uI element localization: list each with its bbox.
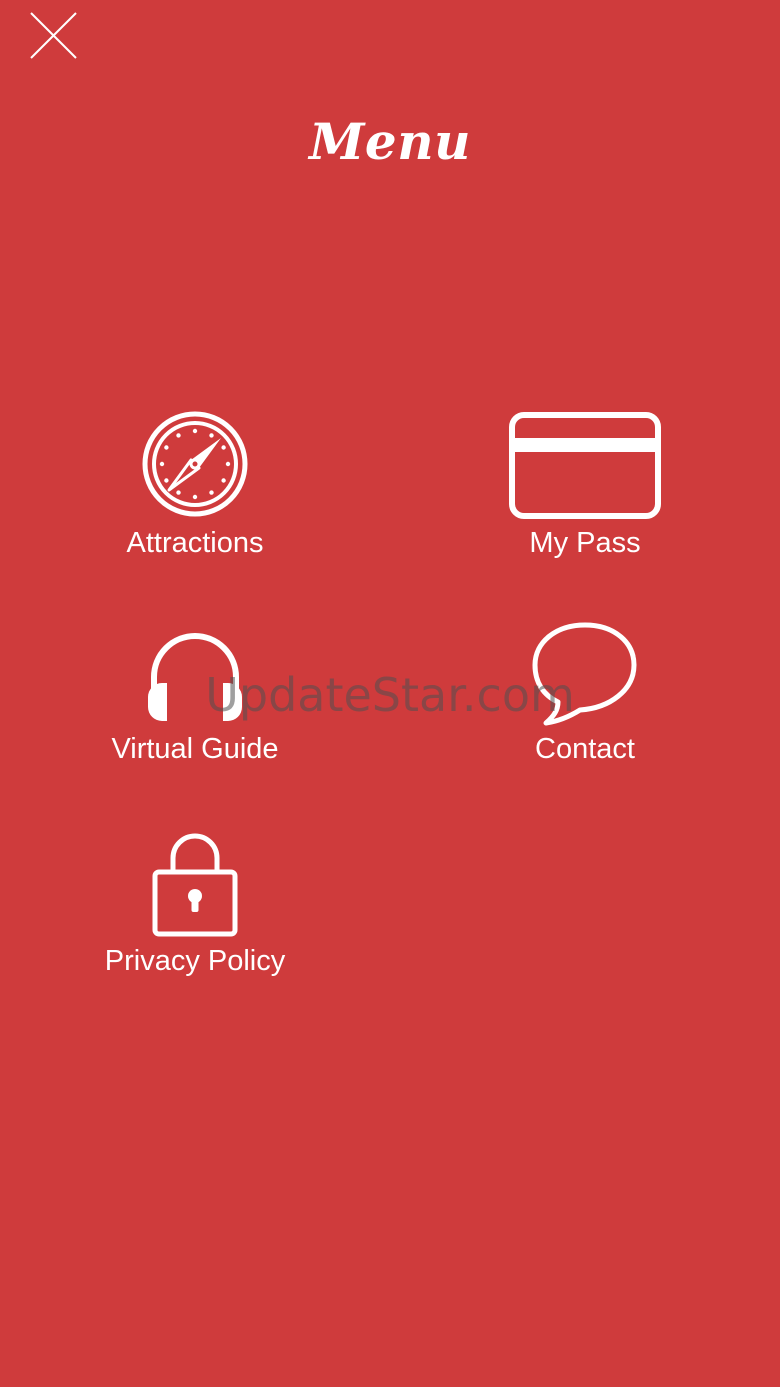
menu-item-my-pass[interactable]: My Pass	[435, 410, 735, 580]
menu-item-privacy-policy[interactable]: Privacy Policy	[45, 828, 345, 998]
headphones-icon	[45, 625, 345, 725]
menu-item-attractions[interactable]: Attractions	[45, 410, 345, 580]
page-title: Menu	[309, 112, 471, 171]
speech-bubble-icon	[435, 620, 735, 730]
menu-item-label: My Pass	[529, 527, 641, 559]
compass-icon	[45, 410, 345, 518]
menu-item-virtual-guide[interactable]: Virtual Guide	[45, 625, 345, 795]
menu-item-contact[interactable]: Contact	[435, 620, 735, 790]
lock-icon	[45, 828, 345, 940]
menu-item-label: Attractions	[126, 527, 264, 559]
card-icon	[435, 412, 735, 520]
close-button[interactable]	[28, 10, 80, 62]
close-icon	[30, 12, 77, 59]
menu-item-label: Virtual Guide	[111, 733, 279, 765]
menu-item-label: Privacy Policy	[104, 945, 286, 977]
menu-item-label: Contact	[535, 733, 635, 765]
